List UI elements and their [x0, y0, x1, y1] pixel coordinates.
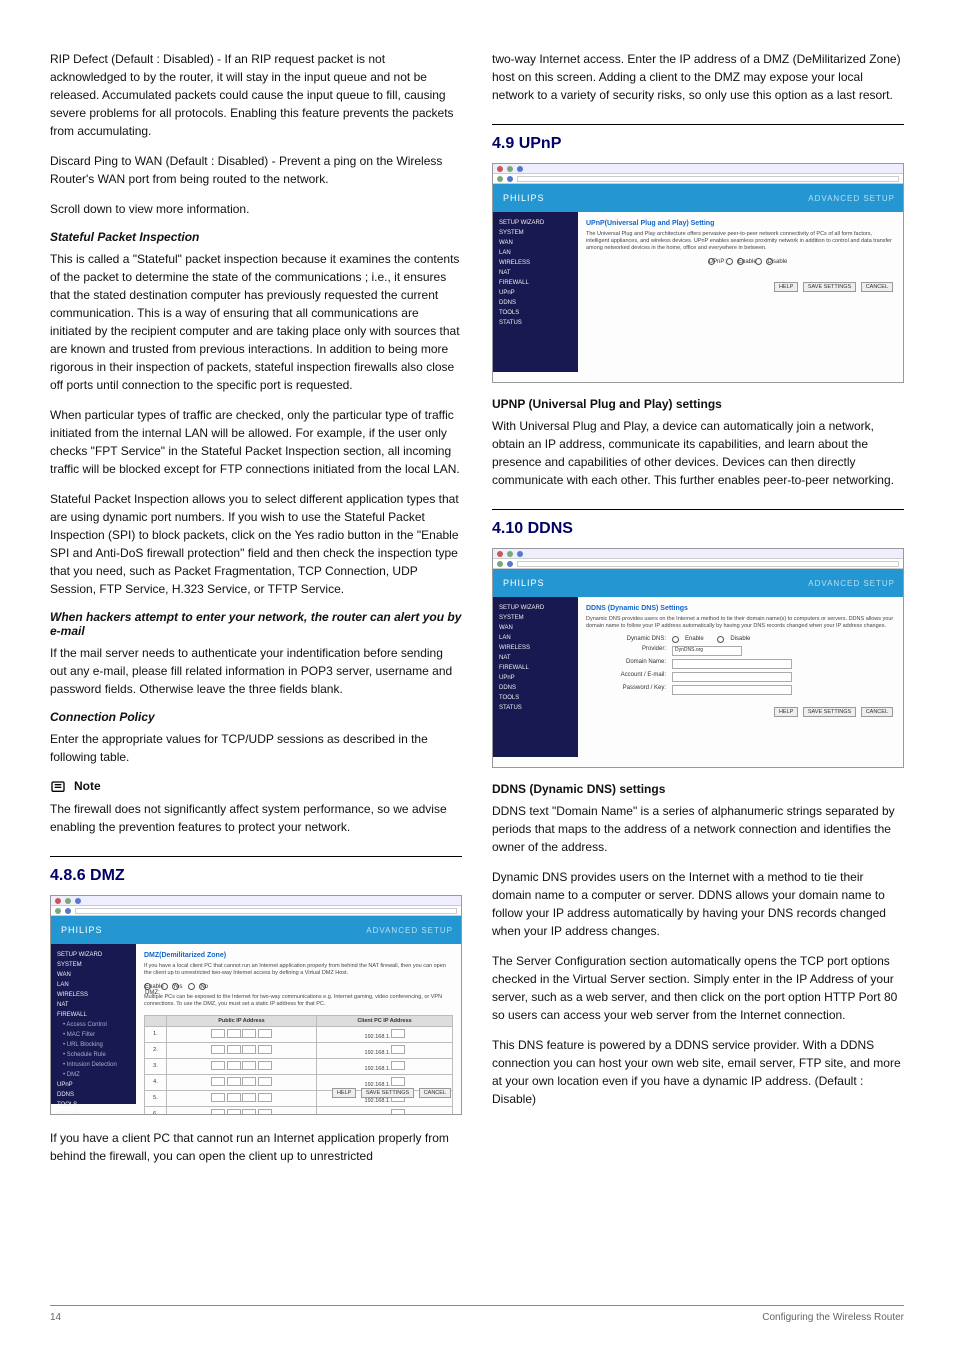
screenshot-dmz: PHILIPSADVANCED SETUP SETUP WIZARDSYSTEM… — [50, 895, 462, 1115]
section-title-upnp: 4.9 UPnP — [492, 135, 904, 153]
p-dmz: If you have a client PC that cannot run … — [50, 1129, 462, 1165]
note-block: Note — [50, 778, 462, 794]
btn-help[interactable]: HELP — [774, 282, 798, 292]
ss-advset: ADVANCED SETUP — [545, 194, 903, 203]
page-footer: 14 Configuring the Wireless Router — [50, 1305, 904, 1323]
p-rip-defect: RIP Defect (Default : Disabled) - If an … — [50, 50, 462, 140]
ss-dmz-desc2: Multiple PCs can be exposed to the Inter… — [144, 994, 453, 1008]
radio-ddns-disable[interactable] — [717, 636, 724, 643]
heading-hacker-alert: When hackers attempt to enter your netwo… — [50, 610, 462, 638]
p-spi-3: Stateful Packet Inspection allows you to… — [50, 490, 462, 598]
p-ddns-1: DDNS text "Domain Name" is a series of a… — [492, 802, 904, 856]
ss-ddns-heading: DDNS (Dynamic DNS) Settings — [586, 605, 895, 612]
divider-ddns — [492, 509, 904, 510]
p-ddns-4: This DNS feature is powered by a DDNS se… — [492, 1036, 904, 1108]
note-icon — [50, 778, 66, 794]
p-dmz-cont: two-way Internet access. Enter the IP ad… — [492, 50, 904, 104]
ss-upnp-desc: The Universal Plug and Play architecture… — [586, 231, 895, 252]
p-discard-ping: Discard Ping to WAN (Default : Disabled)… — [50, 152, 462, 188]
ss-upnp-heading: UPnP(Universal Plug and Play) Setting — [586, 220, 895, 227]
p-spi-1: This is called a "Stateful" packet inspe… — [50, 250, 462, 394]
ss-ddns-desc: Dynamic DNS provides users on the Intern… — [586, 616, 895, 630]
ss-brand: PHILIPS — [61, 925, 103, 935]
provider-select[interactable]: DynDNS.org — [672, 646, 742, 656]
p-connection-policy: Enter the appropriate values for TCP/UDP… — [50, 730, 462, 766]
radio-disable[interactable] — [755, 258, 762, 265]
radio-no[interactable] — [188, 983, 195, 990]
ss-nav-dmz[interactable]: SETUP WIZARDSYSTEMWANLANWIRELESSNATFIREW… — [51, 944, 136, 1104]
btn-cancel[interactable]: CANCEL — [419, 1088, 451, 1098]
heading-ddns-settings: DDNS (Dynamic DNS) settings — [492, 782, 904, 796]
ss-dmz-enable-label: Enable DMZ: — [144, 983, 151, 990]
screenshot-ddns: PHILIPSADVANCED SETUP SETUP WIZARDSYSTEM… — [492, 548, 904, 768]
btn-save[interactable]: SAVE SETTINGS — [361, 1088, 414, 1098]
domain-input[interactable] — [672, 659, 792, 669]
ss-advset: ADVANCED SETUP — [545, 579, 903, 588]
p-spi-2: When particular types of traffic are che… — [50, 406, 462, 478]
btn-cancel[interactable]: CANCEL — [861, 707, 893, 717]
p-scroll-down: Scroll down to view more information. — [50, 200, 462, 218]
p-ddns-2: Dynamic DNS provides users on the Intern… — [492, 868, 904, 940]
btn-save[interactable]: SAVE SETTINGS — [803, 282, 856, 292]
heading-connection-policy: Connection Policy — [50, 710, 462, 724]
ss-nav-upnp[interactable]: SETUP WIZARDSYSTEMWANLANWIRELESSNATFIREW… — [493, 212, 578, 372]
btn-help[interactable]: HELP — [332, 1088, 356, 1098]
screenshot-upnp: PHILIPSADVANCED SETUP SETUP WIZARDSYSTEM… — [492, 163, 904, 383]
btn-cancel[interactable]: CANCEL — [861, 282, 893, 292]
divider-upnp — [492, 124, 904, 125]
ss-brand: PHILIPS — [503, 578, 545, 588]
footer-page-number: 14 — [50, 1312, 61, 1323]
section-title-dmz: 4.8.6 DMZ — [50, 867, 462, 885]
ss-dmz-heading: DMZ(Demilitarized Zone) — [144, 952, 453, 959]
password-input[interactable] — [672, 685, 792, 695]
radio-yes[interactable] — [161, 983, 168, 990]
radio-enable[interactable] — [726, 258, 733, 265]
note-label: Note — [74, 779, 101, 793]
radio-ddns-enable[interactable] — [672, 636, 679, 643]
ss-dmz-desc1: If you have a local client PC that canno… — [144, 963, 453, 977]
btn-save[interactable]: SAVE SETTINGS — [803, 707, 856, 717]
ss-brand: PHILIPS — [503, 193, 545, 203]
btn-help[interactable]: HELP — [774, 707, 798, 717]
ss-dmz-table: Public IP AddressClient PC IP Address 1.… — [144, 1015, 453, 1115]
footer-label: Configuring the Wireless Router — [762, 1312, 904, 1323]
p-upnp: With Universal Plug and Play, a device c… — [492, 417, 904, 489]
p-ddns-3: The Server Configuration section automat… — [492, 952, 904, 1024]
account-input[interactable] — [672, 672, 792, 682]
heading-upnp-settings: UPNP (Universal Plug and Play) settings — [492, 397, 904, 411]
p-note: The firewall does not significantly affe… — [50, 800, 462, 836]
ss-nav-ddns[interactable]: SETUP WIZARDSYSTEMWANLANWIRELESSNATFIREW… — [493, 597, 578, 757]
ss-upnp-label: UPnP: — [708, 258, 715, 265]
divider-dmz — [50, 856, 462, 857]
section-title-ddns: 4.10 DDNS — [492, 520, 904, 538]
ss-advset: ADVANCED SETUP — [103, 926, 461, 935]
p-hacker: If the mail server needs to authenticate… — [50, 644, 462, 698]
heading-spi: Stateful Packet Inspection — [50, 230, 462, 244]
